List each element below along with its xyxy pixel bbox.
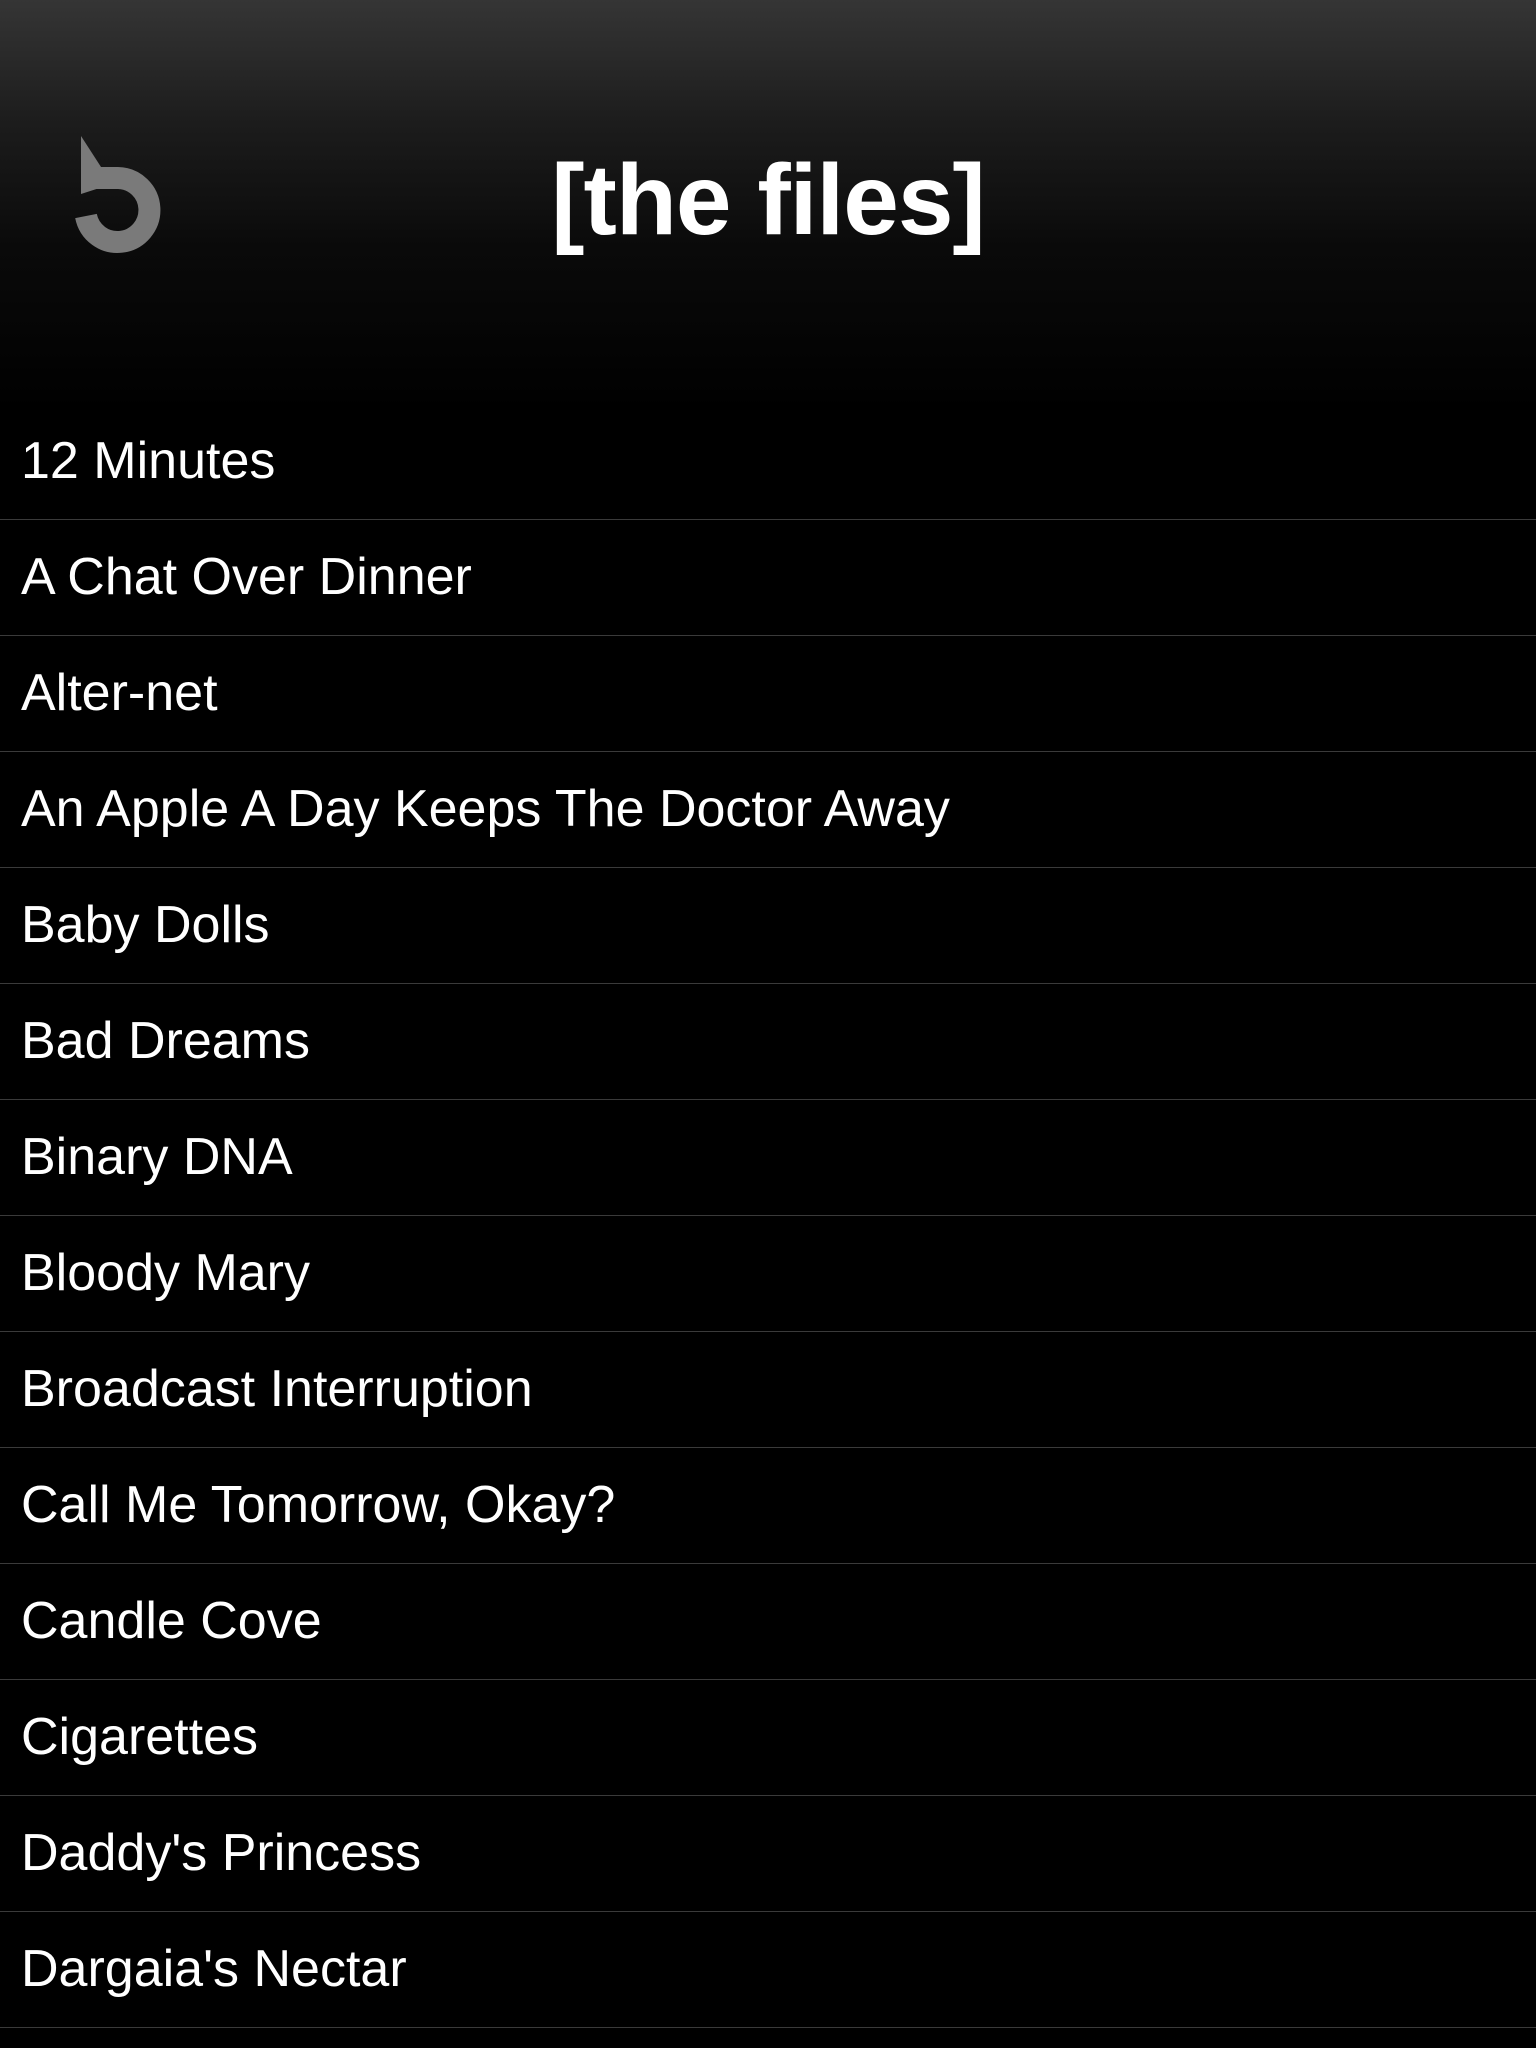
list-item-label: Broadcast Interruption xyxy=(21,1360,533,1418)
list-item[interactable]: 12 Minutes xyxy=(0,404,1536,520)
list-item[interactable]: A Chat Over Dinner xyxy=(0,520,1536,636)
list-item[interactable]: Call Me Tomorrow, Okay? xyxy=(0,1448,1536,1564)
list-item-label: Binary DNA xyxy=(21,1128,293,1186)
list-item-label: A Chat Over Dinner xyxy=(21,548,472,606)
header-bar: [the files] xyxy=(0,0,1536,412)
list-item[interactable]: Broadcast Interruption xyxy=(0,1332,1536,1448)
list-item-label: Daddy's Princess xyxy=(21,1824,422,1882)
list-item-label: Alter-net xyxy=(21,664,218,722)
list-item[interactable]: Bloody Mary xyxy=(0,1216,1536,1332)
list-item-label: Bloody Mary xyxy=(21,1244,310,1302)
list-item[interactable]: Bad Dreams xyxy=(0,984,1536,1100)
list-item-label: Baby Dolls xyxy=(21,896,270,954)
list-item[interactable]: An Apple A Day Keeps The Doctor Away xyxy=(0,752,1536,868)
list-item-label: Bad Dreams xyxy=(21,1012,310,1070)
list-item[interactable]: Binary DNA xyxy=(0,1100,1536,1216)
list-item[interactable]: Alter-net xyxy=(0,636,1536,752)
file-list: 12 Minutes A Chat Over Dinner Alter-net … xyxy=(0,404,1536,2028)
list-item-label: Call Me Tomorrow, Okay? xyxy=(21,1476,616,1534)
list-item-label: An Apple A Day Keeps The Doctor Away xyxy=(21,780,950,838)
page-title: [the files] xyxy=(551,144,985,256)
list-item[interactable]: Baby Dolls xyxy=(0,868,1536,984)
list-item-label: 12 Minutes xyxy=(21,432,276,490)
list-item[interactable]: Cigarettes xyxy=(0,1680,1536,1796)
list-item[interactable]: Dargaia's Nectar xyxy=(0,1912,1536,2028)
list-item-label: Candle Cove xyxy=(21,1592,322,1650)
list-item-label: Cigarettes xyxy=(21,1708,258,1766)
list-item[interactable]: Candle Cove xyxy=(0,1564,1536,1680)
list-item-label: Dargaia's Nectar xyxy=(21,1940,407,1998)
list-item[interactable]: Daddy's Princess xyxy=(0,1796,1536,1912)
